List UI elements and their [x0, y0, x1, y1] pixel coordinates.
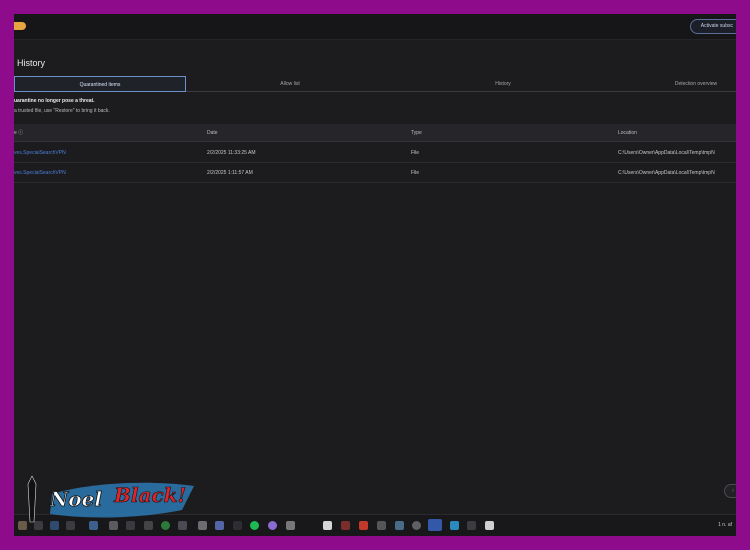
tab-bar: Quarantined items Allow list History Det…: [14, 76, 736, 92]
active-app-icon[interactable]: [428, 519, 442, 531]
app-icon[interactable]: [450, 521, 459, 530]
app-icon[interactable]: [485, 521, 494, 530]
row-location: C:\Users\Owner\AppData\Local\Temp\tmpN: [618, 170, 715, 176]
scroll-to-top-button[interactable]: ↑: [724, 484, 736, 498]
row-type: File: [411, 150, 420, 156]
app-icon[interactable]: [215, 521, 224, 530]
row-date: 2/2/2025 1:11:57 AM: [207, 170, 253, 176]
activate-subscription-button[interactable]: Activate subsc: [689, 19, 736, 34]
notice-body: a trusted file, use "Restore" to bring i…: [14, 108, 110, 114]
watermark-logo: Noel Black!: [27, 475, 194, 523]
table-row[interactable]: ves.SpecialSearchVPN 2/2/2025 11:33:25 A…: [14, 143, 736, 163]
row-name-link[interactable]: ves.SpecialSearchVPN: [14, 143, 66, 163]
row-name-link[interactable]: ves.SpecialSearchVPN: [14, 163, 66, 183]
app-icon[interactable]: [359, 521, 368, 530]
column-header-type[interactable]: Type: [411, 124, 422, 142]
tab-detection-overview[interactable]: Detection overview: [636, 76, 736, 92]
row-date: 2/2/2025 11:33:25 AM: [207, 150, 256, 156]
app-icon[interactable]: [467, 521, 476, 530]
app-icon[interactable]: [412, 521, 421, 530]
system-tray-text[interactable]: 1 n. af: [718, 522, 732, 528]
spotify-icon[interactable]: [250, 521, 259, 530]
column-header-date[interactable]: Date: [207, 124, 218, 142]
app-icon[interactable]: [268, 521, 277, 530]
tab-allow-list[interactable]: Allow list: [190, 76, 390, 92]
watermark-line2: Black!: [113, 483, 186, 507]
column-header-location[interactable]: Location: [618, 124, 637, 142]
notice-heading: uarantine no longer pose a threat.: [14, 98, 95, 104]
app-icon[interactable]: [341, 521, 350, 530]
notification-badge[interactable]: [14, 22, 26, 30]
row-location: C:\Users\Owner\AppData\Local\Temp\tmpN: [618, 150, 715, 156]
column-header-name[interactable]: e ⓘ: [14, 124, 23, 142]
page-title: History: [17, 58, 46, 68]
app-icon[interactable]: [233, 521, 242, 530]
app-icon[interactable]: [377, 521, 386, 530]
app-icon[interactable]: [323, 521, 332, 530]
app-icon[interactable]: [395, 521, 404, 530]
tab-history[interactable]: History: [398, 76, 608, 92]
table-row[interactable]: ves.SpecialSearchVPN 2/2/2025 1:11:57 AM…: [14, 163, 736, 183]
tab-quarantined-items[interactable]: Quarantined items: [14, 76, 186, 92]
watermark-line1: Noel: [49, 487, 102, 511]
row-type: File: [411, 170, 420, 176]
app-icon[interactable]: [286, 521, 295, 530]
top-bar: Activate subsc: [14, 14, 736, 40]
app-window: Activate subsc History Quarantined items…: [14, 14, 736, 536]
table-header: e ⓘ Date Type Location: [14, 124, 736, 142]
